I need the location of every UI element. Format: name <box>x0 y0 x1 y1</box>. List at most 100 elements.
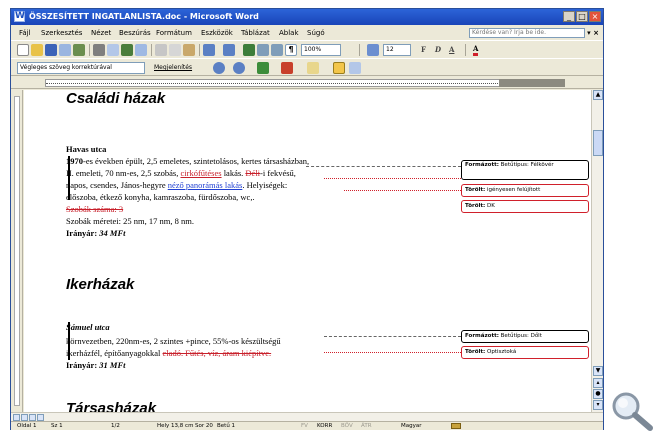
next-change-icon[interactable] <box>233 62 245 74</box>
close-document-button[interactable]: ▾ × <box>587 26 599 40</box>
show-formatting-icon[interactable]: ¶ <box>285 44 297 56</box>
scroll-thumb[interactable] <box>593 130 603 156</box>
word-document-icon: W <box>14 11 25 22</box>
tables-borders-icon[interactable] <box>257 44 269 56</box>
status-rec[interactable]: FV <box>301 422 308 431</box>
print-icon[interactable] <box>93 44 105 56</box>
status-page: Oldal 1 <box>17 423 37 429</box>
close-button[interactable]: × <box>589 11 601 22</box>
research-icon[interactable] <box>135 44 147 56</box>
previous-change-icon[interactable] <box>213 62 225 74</box>
track-changes-icon[interactable] <box>333 62 345 74</box>
street-samuel: Sámuel utca <box>66 322 110 332</box>
zoom-combo[interactable]: 100% <box>301 44 341 56</box>
menu-format[interactable]: Formátum <box>156 26 192 40</box>
undo-icon[interactable] <box>203 44 215 56</box>
room-sizes: Szobák méretei: 25 nm, 17 nm, 8 nm. <box>66 216 194 226</box>
menu-help[interactable]: Súgó <box>307 26 325 40</box>
outline-view-icon[interactable] <box>37 414 44 421</box>
styles-icon[interactable] <box>367 44 379 56</box>
comment-balloon[interactable]: Törölt: igényesen felújított <box>461 184 589 197</box>
street-havas: Havas utca <box>66 144 107 154</box>
status-overtype[interactable]: ÁTR <box>361 422 372 431</box>
open-icon[interactable] <box>31 44 43 56</box>
vertical-ruler-track <box>14 96 20 406</box>
permission-icon[interactable] <box>59 44 71 56</box>
new-comment-icon[interactable] <box>307 62 319 74</box>
comment-balloon[interactable]: Törölt: Optisztoká <box>461 346 589 359</box>
redo-icon[interactable] <box>223 44 235 56</box>
font-size-combo[interactable]: 12 <box>383 44 411 56</box>
balloon-connector <box>306 166 461 167</box>
spell-check-icon[interactable] <box>121 44 133 56</box>
bold-button[interactable]: F <box>421 44 426 56</box>
toolbar-separator <box>465 44 466 56</box>
italic-button[interactable]: D <box>435 44 441 56</box>
comment-balloon[interactable]: Formázott: Betűtípus: Félkövér <box>461 160 589 180</box>
balloon-connector <box>324 352 461 353</box>
font-color-button[interactable]: A <box>473 44 479 56</box>
status-section: Sz 1 <box>51 423 63 429</box>
previous-page-icon[interactable]: ▴ <box>593 378 603 388</box>
underline-button[interactable]: A <box>449 44 454 56</box>
reject-change-icon[interactable] <box>281 62 293 74</box>
save-icon[interactable] <box>45 44 57 56</box>
web-layout-icon[interactable] <box>21 414 28 421</box>
paste-icon[interactable] <box>183 44 195 56</box>
vertical-ruler[interactable] <box>11 90 23 412</box>
status-track-changes[interactable]: KORR <box>317 422 332 431</box>
menu-table[interactable]: Táblázat <box>241 26 270 40</box>
comment-balloon[interactable]: Formázott: Betűtípus: Dőlt <box>461 330 589 343</box>
copy-icon[interactable] <box>169 44 181 56</box>
ruler-track <box>45 79 565 87</box>
status-pages: 1/2 <box>111 423 120 429</box>
menu-window[interactable]: Ablak <box>279 26 299 40</box>
horizontal-ruler[interactable] <box>11 77 603 89</box>
scroll-up-arrow-icon[interactable]: ▲ <box>593 90 603 100</box>
show-menu-button[interactable]: Megjelenítés <box>151 62 207 74</box>
view-buttons <box>13 414 44 421</box>
comment-balloon[interactable]: Törölt: DK <box>461 200 589 213</box>
status-position: Hely 13,8 cm <box>157 423 194 429</box>
status-language: Magyar <box>401 423 422 429</box>
balloon-connector <box>344 190 461 191</box>
balloon-connector <box>324 178 461 179</box>
table-icon[interactable] <box>271 44 283 56</box>
normal-view-icon[interactable] <box>13 414 20 421</box>
spelling-status-icon[interactable] <box>451 423 461 429</box>
toolbar-separator <box>359 44 360 56</box>
reviewing-pane-icon[interactable] <box>349 62 361 74</box>
reviewing-toolbar: Végleges szöveg korrektúrával Megjelenít… <box>11 58 603 76</box>
magnifier-icon[interactable] <box>608 390 658 432</box>
vertical-scrollbar[interactable]: ▲ ▼ ▴ ● ▾ <box>591 90 603 412</box>
menu-tools[interactable]: Eszközök <box>201 26 233 40</box>
email-icon[interactable] <box>73 44 85 56</box>
horizontal-scrollbar[interactable] <box>11 412 603 421</box>
ruler-margin <box>499 79 565 87</box>
paragraph-line-1: 1970-es években épült, 2,5 emeletes, szi… <box>66 156 310 166</box>
title-bar[interactable]: W ÖSSZESÍTETT INGATLANLISTA.doc - Micros… <box>11 9 603 25</box>
deleted-room-count: Szobák száma: 3 <box>66 204 124 214</box>
document-page[interactable]: Családi házak Havas utca 1970-es években… <box>24 90 591 412</box>
accept-change-icon[interactable] <box>257 62 269 74</box>
menu-edit[interactable]: Szerkesztés <box>41 26 82 40</box>
print-preview-icon[interactable] <box>107 44 119 56</box>
display-for-review-combo[interactable]: Végleges szöveg korrektúrával <box>17 62 145 74</box>
minimize-button[interactable]: _ <box>563 11 575 22</box>
new-document-icon[interactable] <box>17 44 29 56</box>
menu-file[interactable]: Fájl <box>19 26 31 40</box>
menu-view[interactable]: Nézet <box>91 26 111 40</box>
menu-insert[interactable]: Beszúrás <box>119 26 151 40</box>
help-question-box[interactable]: Kérdése van? Írja be ide. <box>469 28 585 38</box>
select-browse-object-icon[interactable]: ● <box>593 389 603 399</box>
price-line-1: Irányár: 34 MFt <box>66 228 126 238</box>
print-layout-icon[interactable] <box>29 414 36 421</box>
next-page-icon[interactable]: ▾ <box>593 400 603 410</box>
word-window: W ÖSSZESÍTETT INGATLANLISTA.doc - Micros… <box>10 8 604 430</box>
hyperlink-icon[interactable] <box>243 44 255 56</box>
status-line: Sor 20 <box>195 423 213 429</box>
status-extend[interactable]: BŐV <box>341 422 353 431</box>
cut-icon[interactable] <box>155 44 167 56</box>
scroll-down-arrow-icon[interactable]: ▼ <box>593 366 603 376</box>
maximize-button[interactable]: □ <box>576 11 588 22</box>
